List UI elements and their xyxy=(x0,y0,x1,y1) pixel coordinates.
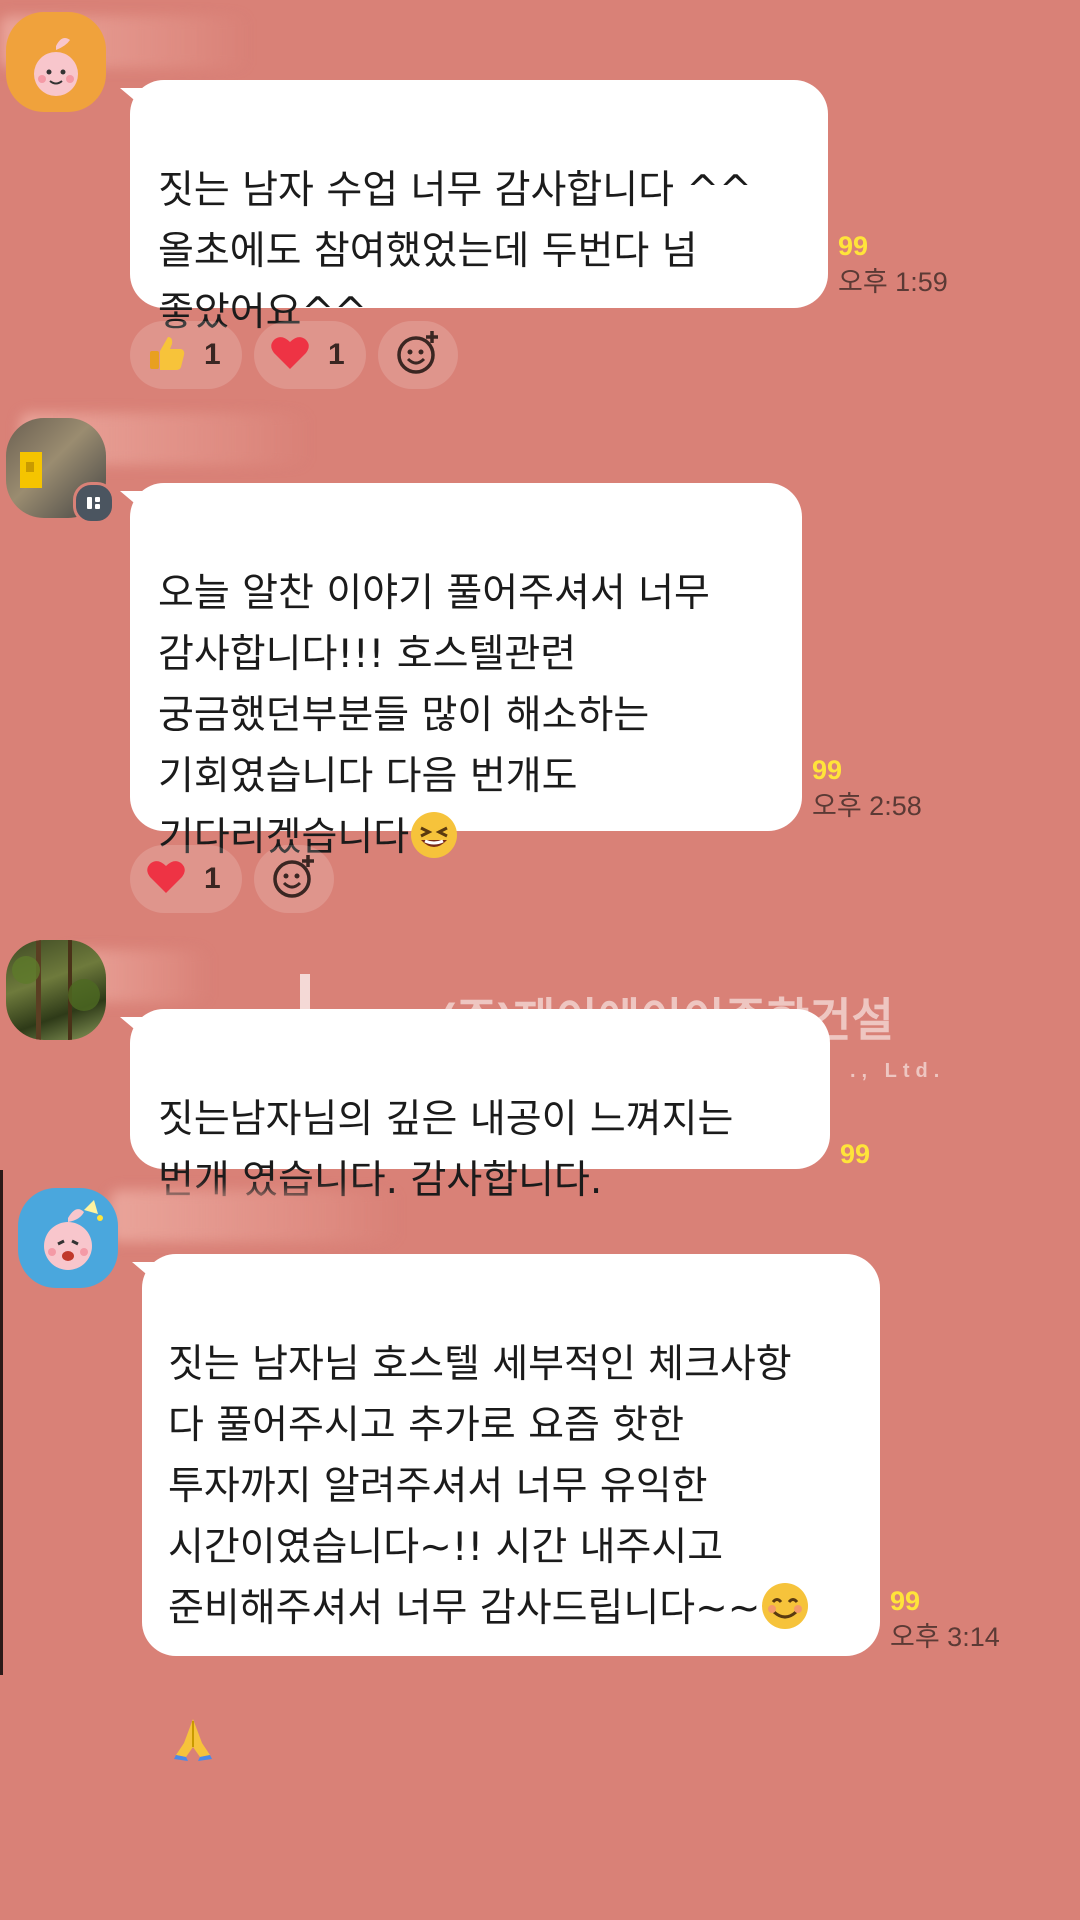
message-meta: 99 xyxy=(840,1136,870,1172)
folded-hands-icon xyxy=(168,1713,218,1781)
reaction-count: 1 xyxy=(204,862,221,895)
peach-character-blue-icon[interactable] xyxy=(18,1188,118,1288)
message-time: 오후 2:58 xyxy=(812,791,922,821)
message-text: 짓는 남자 수업 너무 감사합니다 ^^ 올초에도 참여했었는데 두번다 넘 좋… xyxy=(158,168,752,335)
message-bubble[interactable]: 짓는 남자 수업 너무 감사합니다 ^^ 올초에도 참여했었는데 두번다 넘 좋… xyxy=(130,80,828,335)
message-time: 오후 1:59 xyxy=(838,267,948,297)
owner-badge-icon xyxy=(73,482,115,524)
unread-count: 99 xyxy=(838,231,869,261)
watermark-sub: ., Ltd. xyxy=(850,1060,945,1083)
reaction-count: 1 xyxy=(328,338,345,371)
heart-icon xyxy=(268,331,312,379)
laughing-face-icon xyxy=(409,810,459,878)
peach-character-icon[interactable] xyxy=(6,12,106,112)
unread-count: 99 xyxy=(890,1586,921,1616)
message-meta: 99 오후 3:14 xyxy=(890,1583,1000,1655)
unread-count: 99 xyxy=(840,1139,871,1169)
chat-room: 짓는 남자 수업 너무 감사합니다 ^^ 올초에도 참여했었는데 두번다 넘 좋… xyxy=(0,0,1080,1920)
message-meta: 99 오후 2:58 xyxy=(812,752,922,824)
forest-photo-avatar[interactable] xyxy=(6,940,106,1040)
unread-count: 99 xyxy=(812,755,843,785)
message-time: 오후 3:14 xyxy=(890,1622,1000,1652)
add-emoji-icon xyxy=(394,329,442,381)
thumbs-up-icon xyxy=(144,331,188,379)
message-text: 짓는 남자님 호스텔 세부적인 체크사항 다 풀어주시고 추가로 요즘 핫한 투… xyxy=(168,1342,792,1631)
message-bubble[interactable]: 짓는 남자님 호스텔 세부적인 체크사항 다 풀어주시고 추가로 요즘 핫한 투… xyxy=(142,1254,880,1761)
heart-icon xyxy=(144,855,188,903)
watermark-sub-text: ., Ltd. xyxy=(850,1060,946,1082)
reaction-heart[interactable]: 1 xyxy=(130,845,242,913)
message-meta: 99 오후 1:59 xyxy=(838,228,948,300)
add-reaction-button[interactable] xyxy=(378,321,458,389)
reaction-count: 1 xyxy=(204,338,221,371)
message-bubble[interactable]: 오늘 알찬 이야기 풀어주셔서 너무 감사합니다!!! 호스텔관련 궁금했던부분… xyxy=(130,483,802,860)
reaction-heart[interactable]: 1 xyxy=(254,321,366,389)
message-text: 짓는남자님의 깊은 내공이 느껴지는 번개 였습니다. 감사합니다. xyxy=(158,1097,734,1203)
message-bubble[interactable]: 짓는남자님의 깊은 내공이 느껴지는 번개 였습니다. 감사합니다. xyxy=(130,1009,830,1203)
add-reaction-button[interactable] xyxy=(254,845,334,913)
reaction-thumbs-up[interactable]: 1 xyxy=(130,321,242,389)
add-emoji-icon xyxy=(270,853,318,905)
screenshot-edge-line xyxy=(0,1170,3,1675)
sender-name-blurred xyxy=(110,1190,400,1242)
smiling-face-icon xyxy=(760,1581,810,1649)
